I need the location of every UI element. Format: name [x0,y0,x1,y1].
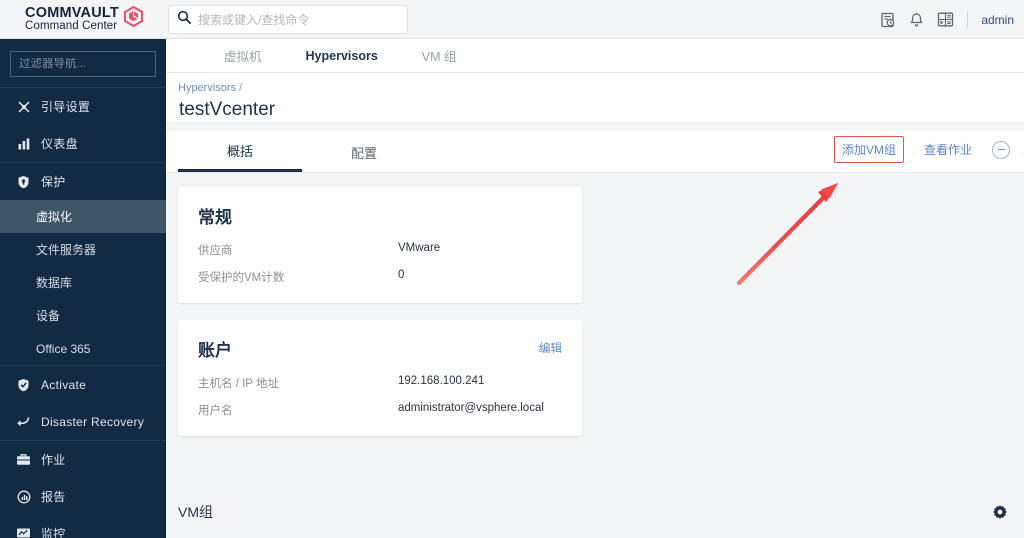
detail-value: administrator@vsphere.local [398,402,544,414]
detail-value: 192.168.100.241 [398,375,485,387]
monitor-icon [16,526,31,538]
add-vm-group-button[interactable]: 添加VM组 [833,136,904,163]
app-root: COMMVAULT Command Center 搜索或键入/查找命令 admi… [0,0,1024,538]
vm-groups-section: VM组 [166,486,1024,538]
sidebar-label: 保护 [41,175,66,189]
detail-key: 用户名 [198,405,233,417]
secondary-tab-bar: 概括 配置 添加VM组 查看作业 [166,131,1024,173]
breadcrumb-and-title: Hypervisors / testVcenter [166,73,1024,121]
circle-dash-icon[interactable] [992,140,1010,159]
sidebar-item-virtualization[interactable]: 虚拟化 [0,200,166,233]
sidebar-label: 引导设置 [41,100,91,114]
grid-panel-icon[interactable] [937,12,954,27]
briefcase-icon [16,452,31,467]
top-header-bar: COMMVAULT Command Center 搜索或键入/查找命令 admi… [0,0,1024,39]
bell-icon[interactable] [909,12,924,28]
logo-secondary-text: Command Center [25,20,118,32]
detail-value: VMware [398,242,441,254]
compass-setup-icon [16,99,31,114]
search-input[interactable] [198,12,399,27]
hexagon-cube-logo-icon [123,5,143,32]
content-area: Hypervisors / testVcenter 概括 配置 添加VM组 查看… [166,73,1024,538]
sidebar-item-monitoring[interactable]: 监控 [0,515,166,538]
search-icon [177,10,191,29]
card-title: 账户 [198,341,232,360]
sidebar-label: 监控 [41,527,66,538]
sidebar-item-office365[interactable]: Office 365 [0,332,166,365]
sidebar-item-reports[interactable]: 报告 [0,478,166,515]
sidebar-item-guided-setup[interactable]: 引导设置 [0,88,166,125]
logo-primary-text: COMMVAULT [25,4,119,21]
sidebar-label: 报告 [41,490,66,504]
sidebar-label: 仪表盘 [41,137,78,151]
detail-row: 供应商 VMware [198,242,562,258]
sidebar-group-1: 引导设置 仪表盘 [0,87,166,162]
detail-key: 供应商 [198,245,233,257]
subtab-overview[interactable]: 概括 [178,132,302,172]
shield-check-icon [16,377,31,392]
vm-groups-title: VM组 [178,504,213,520]
sidebar-label: 文件服务器 [36,243,97,257]
sidebar-group-3: Activate Disaster Recovery [0,365,166,440]
sidebar-label: 虚拟化 [36,210,73,224]
global-search[interactable] [168,5,408,34]
sidebar-item-file-servers[interactable]: 文件服务器 [0,233,166,266]
card-title: 常规 [198,208,232,227]
sidebar-item-jobs[interactable]: 作业 [0,441,166,478]
sidebar-label: 数据库 [36,276,73,290]
shield-protect-icon [16,174,31,189]
sidebar-item-protect[interactable]: 保护 [0,163,166,200]
sidebar-item-disaster-recovery[interactable]: Disaster Recovery [0,403,166,440]
detail-value: 0 [398,269,405,281]
page-title: testVcenter [179,99,276,120]
primary-tab-bar: 虚拟机 Hypervisors VM 组 [166,39,1024,73]
breadcrumb-separator: / [239,82,243,94]
detail-row: 用户名 administrator@vsphere.local [198,402,562,418]
sidebar-label: 作业 [41,453,66,467]
header-actions: admin [880,0,1014,39]
main-region: 虚拟机 Hypervisors VM 组 Hypervisors / testV… [166,39,1024,538]
edit-account-link[interactable]: 编辑 [539,340,562,356]
subtab-configuration[interactable]: 配置 [302,132,426,172]
detail-row: 受保护的VM计数 0 [198,269,562,285]
account-card: 账户 编辑 主机名 / IP 地址 192.168.100.241 用户名 ad… [178,320,582,436]
general-card: 常规 供应商 VMware 受保护的VM计数 0 [178,187,582,303]
app-logo[interactable]: COMMVAULT Command Center [0,0,166,39]
dash-glyph [997,148,1005,151]
sidebar-label: Disaster Recovery [41,414,145,429]
tab-hypervisors[interactable]: Hypervisors [284,39,400,73]
sidebar-label: Activate [41,377,87,392]
tab-virtual-machines[interactable]: 虚拟机 [202,39,284,73]
clipboard-clock-icon[interactable] [880,12,896,28]
left-sidebar: 引导设置 仪表盘 [0,39,166,538]
sidebar-item-dashboard[interactable]: 仪表盘 [0,125,166,162]
sidebar-group-protect: 保护 虚拟化 文件服务器 数据库 设备 Office 365 [0,162,166,365]
sidebar-label: Office 365 [36,341,91,356]
header-divider [967,11,969,28]
user-menu[interactable]: admin [981,13,1014,27]
sidebar-item-databases[interactable]: 数据库 [0,266,166,299]
breadcrumb: Hypervisors / [178,82,1024,94]
sidebar-item-devices[interactable]: 设备 [0,299,166,332]
overview-cards: 常规 供应商 VMware 受保护的VM计数 0 账户 编辑 主机名 / IP … [166,173,1024,436]
report-chart-icon [16,489,31,504]
disaster-recovery-icon [16,414,31,429]
detail-key: 受保护的VM计数 [198,272,285,284]
sidebar-label: 设备 [36,309,61,323]
sidebar-filter-input[interactable] [19,58,147,70]
dashboard-icon [16,136,31,151]
detail-key: 主机名 / IP 地址 [198,378,279,390]
breadcrumb-link-hypervisors[interactable]: Hypervisors [178,82,236,94]
sidebar-group-4: 作业 报告 监控 [0,440,166,538]
tab-vm-groups[interactable]: VM 组 [400,39,479,73]
gear-icon[interactable] [992,504,1008,520]
view-jobs-button[interactable]: 查看作业 [918,138,978,161]
sidebar-filter[interactable] [10,51,156,77]
sidebar-item-activate[interactable]: Activate [0,366,166,403]
detail-row: 主机名 / IP 地址 192.168.100.241 [198,375,562,391]
page-actions: 添加VM组 查看作业 [833,136,1010,163]
